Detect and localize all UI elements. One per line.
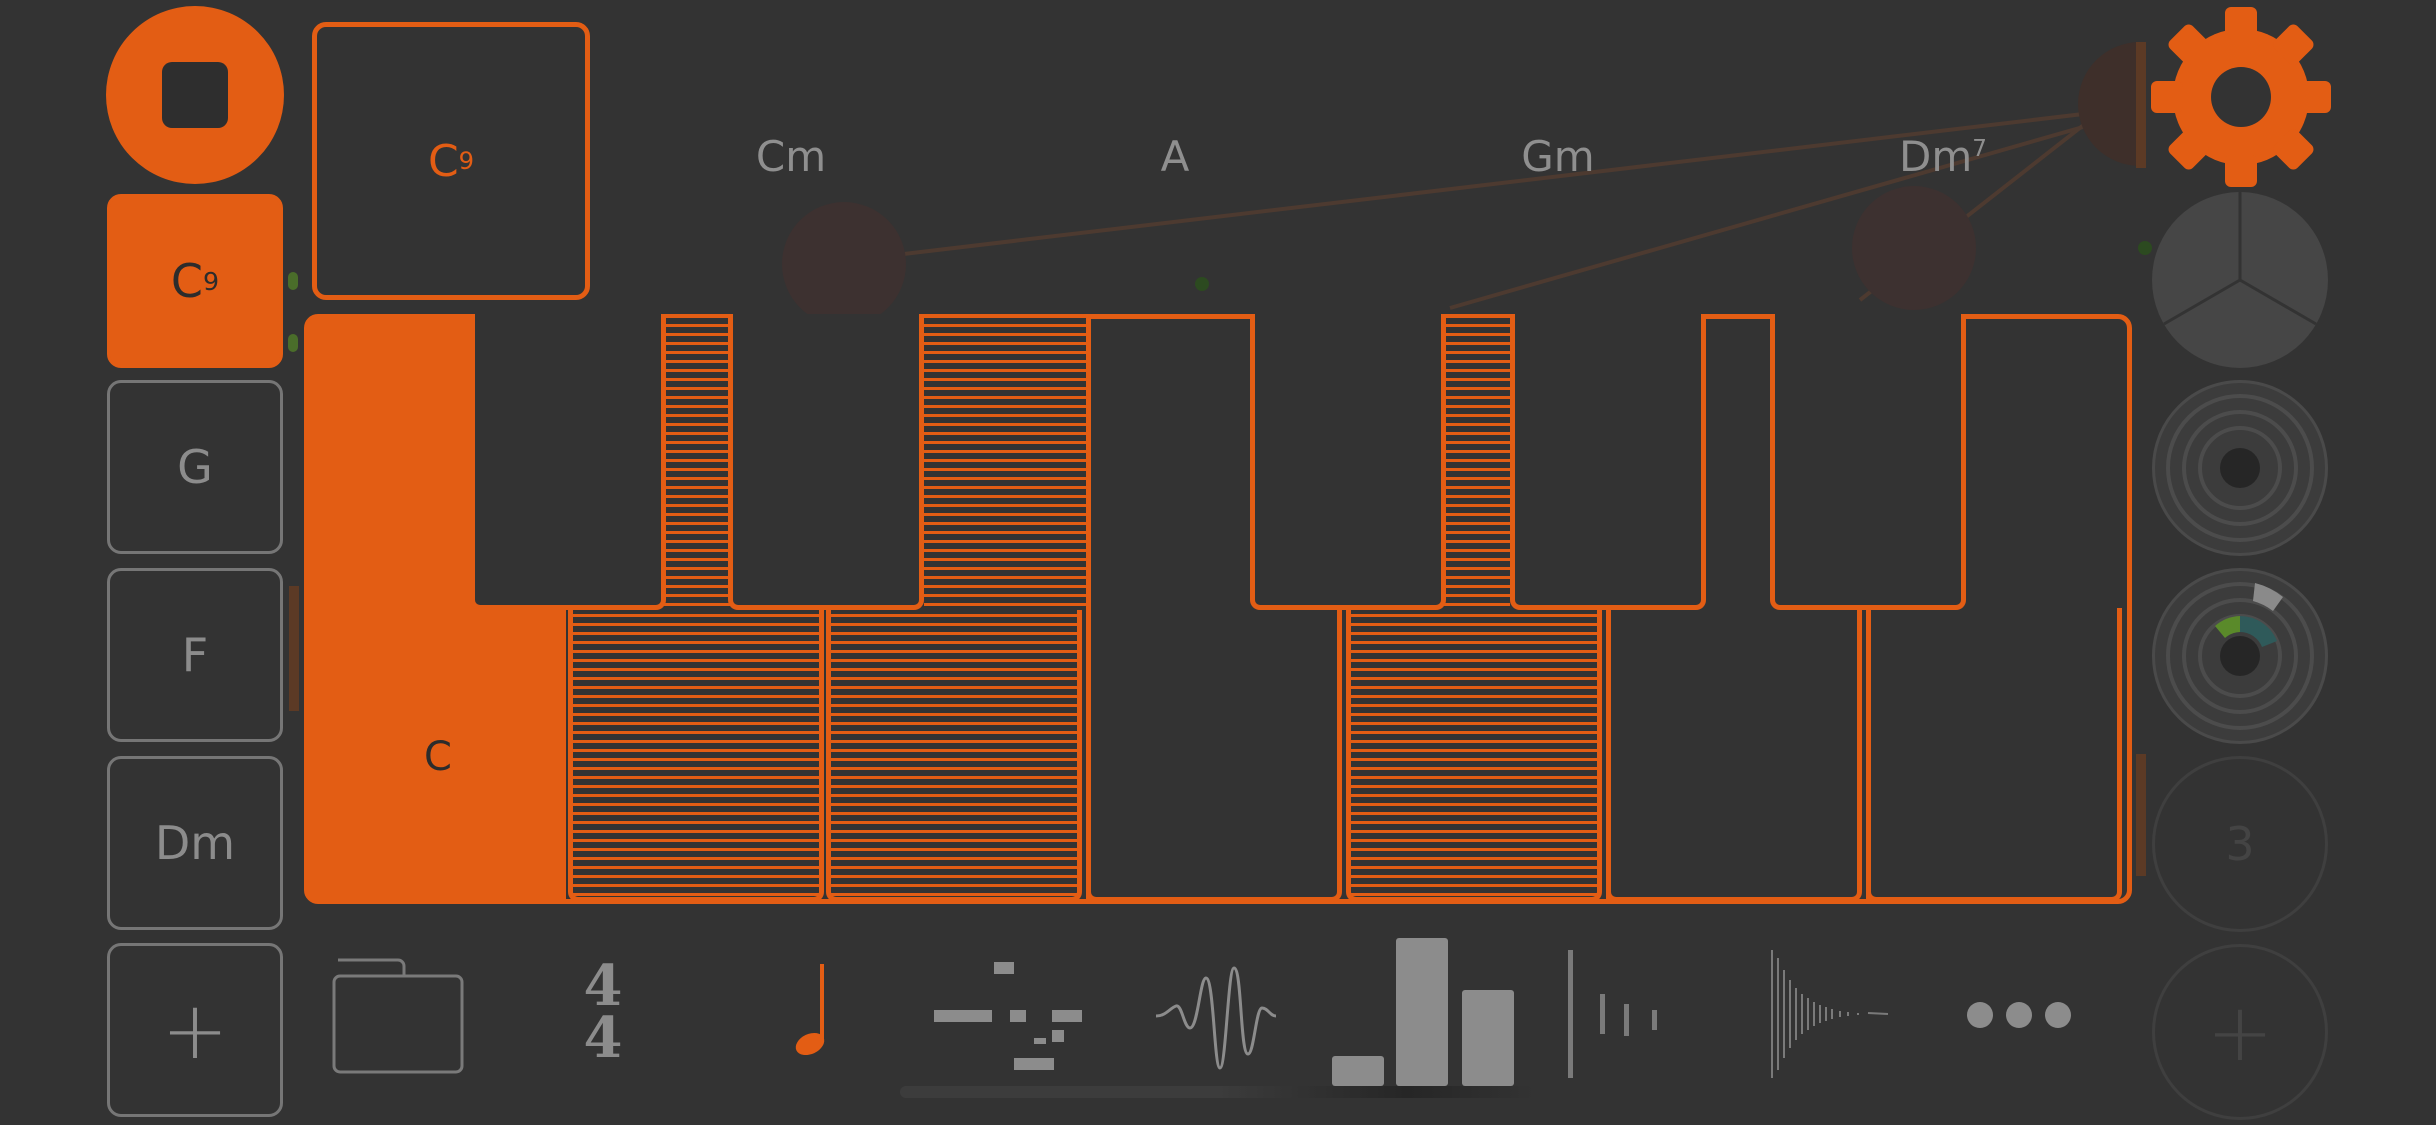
waveform-button[interactable]: [1155, 958, 1277, 1074]
white-key[interactable]: [826, 608, 1082, 902]
envelope-button[interactable]: [1564, 950, 1664, 1080]
chord-option[interactable]: A: [1161, 132, 1190, 181]
chord-option-root: Cm: [755, 132, 827, 181]
note-icon: [795, 964, 825, 1056]
bars-button[interactable]: [1332, 938, 1514, 1086]
settings-button[interactable]: [2150, 6, 2332, 188]
pie-knob[interactable]: [2152, 192, 2328, 368]
white-key[interactable]: [1866, 608, 2122, 902]
chord-option[interactable]: Cm: [756, 132, 826, 181]
add-track-button[interactable]: +: [2152, 944, 2328, 1120]
more-icon: [1967, 1002, 2071, 1028]
white-key-upper[interactable]: [924, 318, 1086, 610]
decay-button[interactable]: [1768, 950, 1889, 1080]
waveform-icon: [1155, 966, 1277, 1070]
pattern-button[interactable]: [934, 958, 1094, 1074]
chord-option-root: Gm: [1521, 132, 1595, 181]
white-key[interactable]: [1086, 608, 1342, 902]
pressed-key-label: C: [424, 734, 452, 780]
black-key[interactable]: [470, 314, 666, 610]
white-key-upper[interactable]: [664, 318, 730, 610]
radial-icon: [2166, 394, 2314, 542]
chord-option-extension: 7: [1972, 136, 1987, 162]
envelope-icon: [1568, 950, 1657, 1078]
black-key[interactable]: [728, 314, 924, 610]
add-track-label: +: [2206, 985, 2274, 1079]
white-key-upper[interactable]: [1444, 318, 1510, 610]
key-divider: [1086, 318, 1091, 902]
white-key[interactable]: [568, 608, 824, 902]
white-key-upper[interactable]: [1706, 318, 1772, 610]
folder-icon: [332, 958, 464, 1074]
chord-option-root: Dm: [1899, 132, 1973, 181]
pie-icon: [2163, 192, 2317, 326]
white-key[interactable]: [1606, 608, 1862, 902]
black-key[interactable]: [1510, 314, 1706, 610]
count-label: 3: [2225, 817, 2255, 871]
white-key-upper[interactable]: [1086, 318, 1252, 610]
horizontal-scrollbar[interactable]: [900, 1086, 1534, 1098]
bars-icon: [1332, 938, 1514, 1086]
chord-option[interactable]: Dm7: [1899, 132, 1987, 181]
note-button[interactable]: [788, 960, 838, 1060]
chord-option-root: A: [1160, 132, 1190, 181]
chord-option[interactable]: Gm: [1521, 132, 1594, 181]
gear-icon: [2151, 7, 2331, 187]
count-knob[interactable]: 3: [2152, 756, 2328, 932]
black-key[interactable]: [1770, 314, 1966, 610]
white-key-upper[interactable]: [1966, 318, 2132, 610]
radial-active-icon: [2166, 582, 2314, 730]
time-signature-bottom: 4: [583, 1005, 623, 1071]
pattern-icon: [934, 962, 1082, 1070]
white-key[interactable]: [1346, 608, 1602, 902]
radial-knob[interactable]: [2152, 380, 2328, 556]
radial-knob-active[interactable]: [2152, 568, 2328, 744]
decay-icon: [1771, 950, 1889, 1078]
time-signature-button[interactable]: 4 4: [568, 958, 638, 1072]
more-button[interactable]: [1966, 1000, 2072, 1030]
folder-button[interactable]: [330, 958, 466, 1076]
black-key[interactable]: [1250, 314, 1446, 610]
